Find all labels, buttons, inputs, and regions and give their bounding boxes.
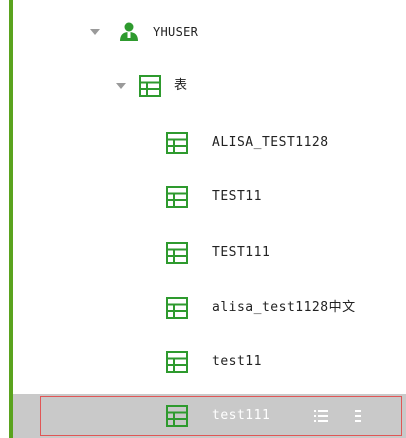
table-row[interactable]: alisa_test1128中文 bbox=[13, 286, 406, 330]
table-row[interactable]: TEST111 bbox=[13, 231, 406, 275]
table-icon bbox=[166, 297, 188, 319]
table-icon bbox=[166, 186, 188, 208]
tree-node-label: 表 bbox=[174, 78, 188, 93]
table-icon bbox=[166, 132, 188, 154]
tree-node-tables-category[interactable]: 表 bbox=[13, 64, 406, 108]
table-icon bbox=[166, 242, 188, 264]
table-name: test111 bbox=[212, 408, 271, 423]
object-tree-panel: YHUSER 表 ALISA_TEST1128 TEST11 TEST111 a… bbox=[0, 0, 406, 438]
table-row-selected[interactable]: test111 bbox=[13, 394, 406, 438]
table-name: ALISA_TEST1128 bbox=[212, 135, 329, 150]
table-name: test11 bbox=[212, 354, 262, 369]
menu-icon[interactable] bbox=[350, 408, 366, 424]
table-row[interactable]: test11 bbox=[13, 340, 406, 384]
table-row[interactable]: TEST11 bbox=[13, 175, 406, 219]
user-icon bbox=[120, 22, 138, 41]
table-icon bbox=[166, 351, 188, 373]
expand-arrow-icon[interactable] bbox=[90, 29, 100, 35]
tree-node-user[interactable]: YHUSER bbox=[13, 10, 406, 54]
expand-arrow-icon[interactable] bbox=[116, 83, 126, 89]
table-name: alisa_test1128中文 bbox=[212, 300, 356, 315]
table-icon bbox=[139, 75, 161, 97]
list-icon[interactable] bbox=[313, 408, 329, 424]
table-name: TEST11 bbox=[212, 189, 262, 204]
tree-node-label: YHUSER bbox=[153, 25, 199, 39]
table-name: TEST111 bbox=[212, 245, 271, 260]
table-row[interactable]: ALISA_TEST1128 bbox=[13, 121, 406, 165]
table-icon bbox=[166, 405, 188, 427]
